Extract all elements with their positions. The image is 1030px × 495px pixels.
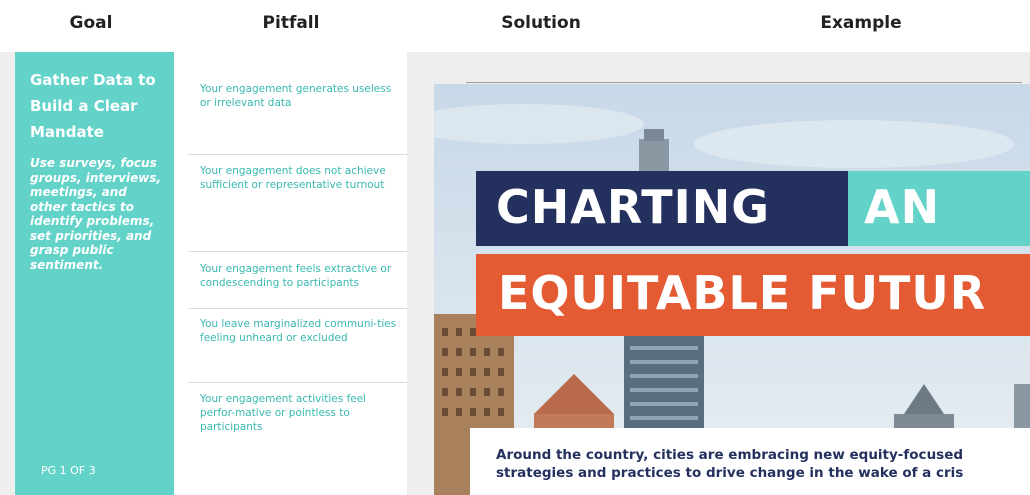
page-indicator: PG 1 OF 3: [41, 464, 96, 477]
pitfall-panel: Your engagement generates useless or irr…: [174, 52, 407, 495]
example-title-line2: EQUITABLE FUTUR: [498, 266, 987, 320]
pitfall-item: Your engagement does not achieve suffici…: [200, 165, 386, 191]
example-title-accent: AN: [864, 180, 941, 234]
pitfall-item: Your engagement activities feel perfor-m…: [200, 393, 367, 433]
divider: [466, 82, 1022, 83]
solution-column-header: Solution: [501, 13, 581, 33]
pitfall-column-header: Pitfall: [262, 13, 320, 33]
divider: [188, 251, 407, 252]
goal-title: Gather Data to Build a Clear Mandate: [30, 71, 156, 141]
divider: [188, 154, 407, 155]
caption-line1: Around the country, cities are embracing…: [496, 447, 964, 463]
goal-panel: Gather Data to Build a Clear Mandate Use…: [15, 52, 174, 495]
divider: [188, 382, 407, 383]
caption-line2: strategies and practices to drive change…: [496, 465, 964, 481]
goal-column-header: Goal: [69, 13, 113, 33]
example-caption: Around the country, cities are embracing…: [496, 446, 1030, 482]
divider: [188, 308, 407, 309]
example-image: CHARTING AN EQUITABLE FUTUR Around the c…: [434, 84, 1030, 495]
pitfall-item: You leave marginalized communi-ties feel…: [200, 318, 397, 344]
pitfall-item: Your engagement generates useless or irr…: [200, 83, 392, 109]
goal-description: Use surveys, focus groups, interviews, m…: [30, 156, 162, 272]
pitfall-item: Your engagement feels extractive or cond…: [200, 263, 392, 289]
example-title-line1: CHARTING: [496, 180, 770, 234]
example-column-header: Example: [820, 13, 902, 33]
